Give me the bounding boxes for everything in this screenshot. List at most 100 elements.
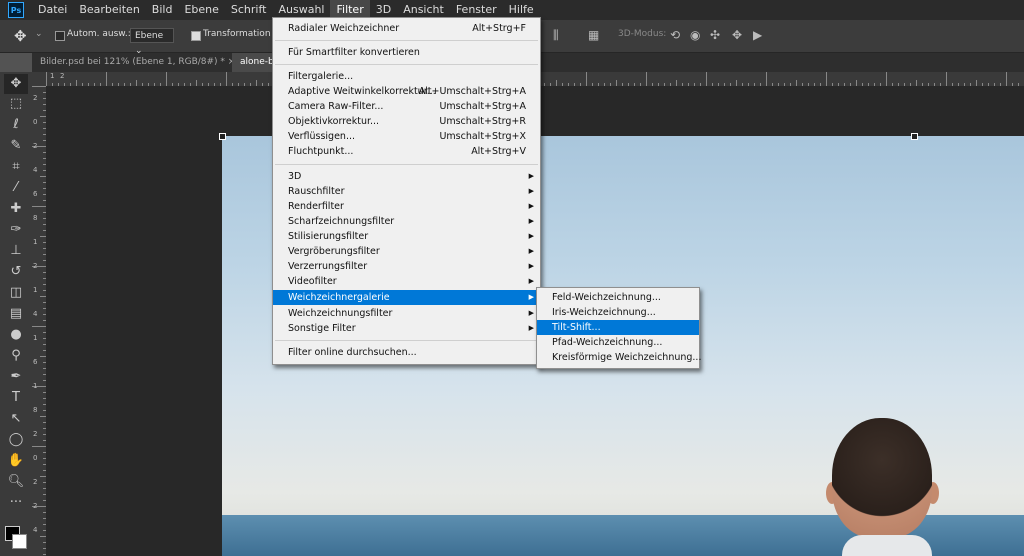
submenu-arrow-icon: ▶ (528, 172, 534, 180)
menu-item-other[interactable]: Sonstige Filter ▶ (273, 321, 540, 336)
layer-select-value: Ebene (135, 31, 164, 41)
ruler-label: 2 (33, 430, 38, 438)
menu-schrift[interactable]: Schrift (225, 0, 273, 20)
ruler-tick (226, 72, 227, 86)
transform-handle[interactable] (219, 133, 226, 140)
submenu-item-label: Iris-Weichzeichnung... (552, 307, 656, 318)
menu-bild[interactable]: Bild (146, 0, 179, 20)
menu-item-blur[interactable]: Weichzeichnungsfilter ▶ (273, 306, 540, 321)
ruler-label: 0 (33, 118, 38, 126)
auto-select-label: Autom. ausw.: (67, 29, 131, 39)
menu-item-render[interactable]: Renderfilter ▶ (273, 199, 540, 214)
menu-item-label: Radialer Weichzeichner (288, 23, 400, 34)
submenu-item-label: Feld-Weichzeichnung... (552, 292, 661, 303)
3d-slide-icon[interactable]: ✥ (732, 28, 742, 42)
menu-item-label: Stilisierungsfilter (288, 231, 369, 242)
ruler-tick (46, 72, 47, 86)
submenu-item-path-blur[interactable]: Pfad-Weichzeichnung... (537, 335, 699, 350)
tab-bilder-label: Bilder.psd bei 121% (Ebene 1, RGB/8#) * (40, 57, 225, 67)
submenu-arrow-icon: ▶ (528, 217, 534, 225)
menu-item-lens-correction[interactable]: Objektivkorrektur... Umschalt+Strg+R (273, 114, 540, 129)
submenu-arrow-icon: ▶ (528, 324, 534, 332)
3d-orbit-icon[interactable]: ⟲ (670, 28, 680, 42)
submenu-item-spin-blur[interactable]: Kreisförmige Weichzeichnung... (537, 350, 701, 365)
ruler-label: 1 (33, 238, 38, 246)
move-tool-icon[interactable]: ✥ (4, 74, 28, 94)
menu-divider (275, 340, 538, 341)
menu-item-sharpen[interactable]: Scharfzeichnungsfilter ▶ (273, 214, 540, 229)
zoom-tool-icon[interactable]: 🔍︎ (4, 472, 28, 492)
submenu-item-label: Tilt-Shift... (552, 322, 601, 333)
move-tool-icon[interactable]: ✥ (14, 27, 27, 45)
transform-controls-checkbox[interactable] (191, 31, 201, 41)
more-tools-icon[interactable]: ··· (4, 493, 28, 513)
submenu-item-field-blur[interactable]: Feld-Weichzeichnung... (537, 290, 699, 305)
transform-handle[interactable] (911, 133, 918, 140)
menu-item-radial-blur[interactable]: Radialer Weichzeichner Alt+Strg+F (273, 21, 540, 36)
hand-tool-icon[interactable]: ✋ (4, 451, 28, 471)
menu-item-video[interactable]: Videofilter ▶ (273, 274, 540, 289)
submenu-arrow-icon: ▶ (528, 277, 534, 285)
menu-item-liquify[interactable]: Verflüssigen... Umschalt+Strg+X (273, 129, 540, 144)
menu-item-3d[interactable]: 3D ▶ (273, 169, 540, 184)
clone-stamp-tool-icon[interactable]: ⊥ (4, 241, 28, 261)
ruler-label: 2 (33, 142, 38, 150)
quick-select-tool-icon[interactable]: ✎ (4, 136, 28, 156)
menu-item-camera-raw[interactable]: Camera Raw-Filter... Umschalt+Strg+A (273, 99, 540, 114)
tab-bilder[interactable]: Bilder.psd bei 121% (Ebene 1, RGB/8#) * … (32, 53, 243, 72)
submenu-item-tilt-shift[interactable]: Tilt-Shift... (537, 320, 699, 335)
gradient-tool-icon[interactable]: ▤ (4, 304, 28, 324)
submenu-arrow-icon: ▶ (528, 202, 534, 210)
3d-mode-label: 3D-Modus: (618, 29, 667, 39)
ellipse-tool-icon[interactable]: ◯ (4, 430, 28, 450)
crop-tool-icon[interactable]: ⌗ (4, 157, 28, 177)
marquee-tool-icon[interactable]: ⬚ (4, 94, 28, 114)
eyedropper-tool-icon[interactable]: ⁄ (4, 178, 28, 198)
menu-item-noise[interactable]: Rauschfilter ▶ (273, 184, 540, 199)
menu-divider (275, 40, 538, 41)
menu-item-vanishing-point[interactable]: Fluchtpunkt... Alt+Strg+V (273, 144, 540, 159)
brush-tool-icon[interactable]: ✑ (4, 220, 28, 240)
menu-item-browse-online[interactable]: Filter online durchsuchen... (273, 345, 540, 360)
blur-tool-icon[interactable]: ● (4, 325, 28, 345)
lasso-tool-icon[interactable]: ℓ (4, 115, 28, 135)
pen-tool-icon[interactable]: ✒ (4, 367, 28, 387)
menu-item-pixelate[interactable]: Vergröberungsfilter ▶ (273, 244, 540, 259)
eraser-tool-icon[interactable]: ◫ (4, 283, 28, 303)
ruler-label: 1 (33, 334, 38, 342)
background-color-swatch[interactable] (12, 534, 27, 549)
3d-scale-icon[interactable]: ▶ (753, 28, 762, 42)
ruler-tick (32, 326, 46, 327)
menu-datei[interactable]: Datei (32, 0, 73, 20)
3d-roll-icon[interactable]: ◉ (690, 28, 700, 42)
menu-item-label: Verzerrungsfilter (288, 261, 368, 272)
layer-select[interactable]: Ebene ⌄ (130, 28, 174, 56)
chevron-down-icon[interactable]: ⌄ (35, 29, 43, 39)
menu-item-label: Verflüssigen... (288, 131, 356, 142)
submenu-arrow-icon: ▶ (528, 187, 534, 195)
submenu-item-iris-blur[interactable]: Iris-Weichzeichnung... (537, 305, 699, 320)
submenu-item-label: Pfad-Weichzeichnung... (552, 337, 663, 348)
menu-item-stylize[interactable]: Stilisierungsfilter ▶ (273, 229, 540, 244)
menu-item-filter-gallery[interactable]: Filtergalerie... (273, 69, 540, 84)
menu-item-adaptive-wide-angle[interactable]: Adaptive Weitwinkelkorrektur... Alt+Umsch… (273, 84, 540, 99)
3d-pan-icon[interactable]: ✣ (710, 28, 720, 42)
menu-item-distort[interactable]: Verzerrungsfilter ▶ (273, 259, 540, 274)
ruler-label: 2 (33, 94, 38, 102)
menu-ebene[interactable]: Ebene (178, 0, 224, 20)
menu-item-blur-gallery[interactable]: Weichzeichnergalerie ▶ (273, 290, 540, 305)
ruler-label: 0 (33, 454, 38, 462)
healing-brush-tool-icon[interactable]: ✚ (4, 199, 28, 219)
auto-select-checkbox[interactable] (55, 31, 65, 41)
dodge-tool-icon[interactable]: ⚲ (4, 346, 28, 366)
photo-head (832, 418, 932, 538)
align-grid-icon[interactable]: ▦ (588, 28, 599, 42)
distribute-icon[interactable]: ⫼ (553, 28, 559, 43)
type-tool-icon[interactable]: T (4, 388, 28, 408)
menu-item-convert-smart-filter[interactable]: Für Smartfilter konvertieren (273, 45, 540, 60)
history-brush-tool-icon[interactable]: ↺ (4, 262, 28, 282)
menu-divider (275, 164, 538, 165)
menu-bearbeiten[interactable]: Bearbeiten (73, 0, 145, 20)
path-selection-tool-icon[interactable]: ↖ (4, 409, 28, 429)
ruler-label: 1 (50, 72, 55, 80)
